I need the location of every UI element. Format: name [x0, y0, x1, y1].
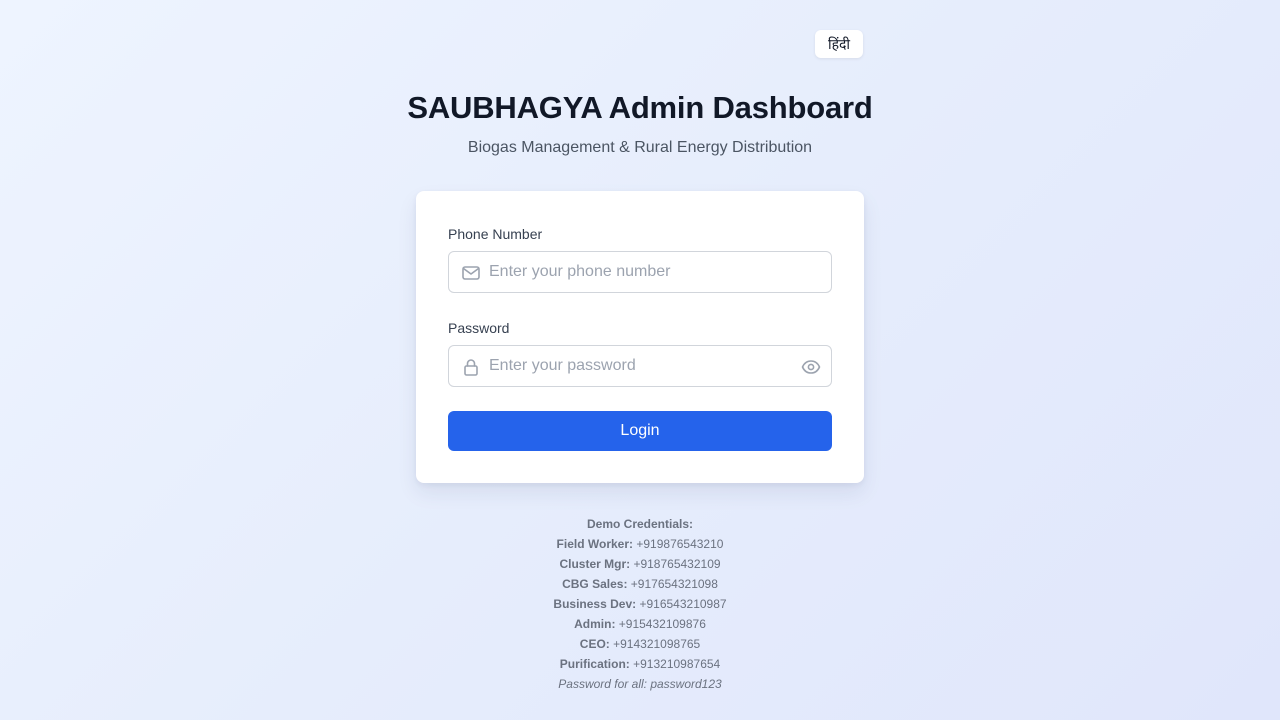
demo-heading: Demo Credentials: [586, 517, 694, 531]
demo-account-row: CBG Sales: +917654321098 [0, 574, 1280, 594]
demo-phone: +919876543210 [636, 537, 724, 551]
demo-role: CBG Sales: [562, 577, 628, 591]
demo-role: CEO: [579, 637, 610, 651]
lock-icon [461, 357, 481, 377]
password-field[interactable] [448, 345, 832, 387]
page-title: SAUBHAGYA Admin Dashboard [407, 90, 873, 125]
demo-account-row: Purification: +913210987654 [0, 654, 1280, 674]
demo-credentials: Demo Credentials: Field Worker: +9198765… [0, 514, 1280, 694]
phone-label: Phone Number [448, 226, 543, 242]
login-card: Phone Number Password Login [416, 191, 864, 483]
demo-phone: +915432109876 [618, 617, 706, 631]
demo-phone: +916543210987 [639, 597, 727, 611]
phone-field[interactable] [448, 251, 832, 293]
password-label: Password [448, 320, 510, 336]
demo-phone: +917654321098 [630, 577, 718, 591]
demo-account-row: Cluster Mgr: +918765432109 [0, 554, 1280, 574]
demo-phone: +914321098765 [613, 637, 701, 651]
phone-input[interactable] [489, 252, 789, 292]
demo-role: Cluster Mgr: [559, 557, 631, 571]
password-input[interactable] [489, 346, 789, 386]
demo-role: Purification: [559, 657, 630, 671]
demo-account-row: CEO: +914321098765 [0, 634, 1280, 654]
demo-password-note: Password for all: password123 [558, 677, 722, 691]
login-button[interactable]: Login [448, 411, 832, 451]
demo-phone: +918765432109 [633, 557, 721, 571]
demo-account-row: Field Worker: +919876543210 [0, 534, 1280, 554]
demo-phone: +913210987654 [633, 657, 721, 671]
page-subtitle: Biogas Management & Rural Energy Distrib… [467, 139, 813, 156]
demo-role: Admin: [574, 617, 616, 631]
mail-icon [461, 263, 481, 283]
eye-icon[interactable] [801, 357, 821, 377]
demo-role: Field Worker: [556, 537, 634, 551]
language-toggle-button[interactable]: हिंदी [815, 30, 863, 58]
demo-role: Business Dev: [553, 597, 637, 611]
demo-account-row: Admin: +915432109876 [0, 614, 1280, 634]
demo-account-row: Business Dev: +916543210987 [0, 594, 1280, 614]
